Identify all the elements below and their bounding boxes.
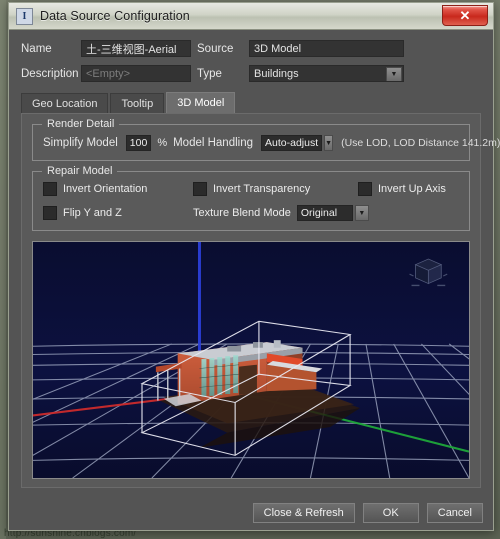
title-bar: I Data Source Configuration ✕ <box>9 3 493 30</box>
lod-hint-text: (Use LOD, LOD Distance 141.2m) <box>341 137 500 149</box>
ok-button[interactable]: OK <box>362 503 419 523</box>
source-label: Source <box>197 42 234 55</box>
checkbox-label: Invert Orientation <box>63 183 148 195</box>
tab-geo-location[interactable]: Geo Location <box>21 93 109 114</box>
render-detail-row: Simplify Model 100 % Model Handling Auto… <box>43 135 500 151</box>
checkbox-invert-up-axis[interactable]: Invert Up Axis <box>358 182 446 196</box>
model-handling-label: Model Handling <box>173 137 254 149</box>
type-select-value: Buildings <box>254 67 299 80</box>
dialog-body: Name 土-三维视图-Aerial Source 3D Model Descr… <box>9 30 500 496</box>
checkbox-box-icon[interactable] <box>358 182 372 196</box>
dialog-footer: Close & Refresh OK Cancel <box>9 496 493 530</box>
checkbox-label: Flip Y and Z <box>63 207 122 219</box>
tab-bar: Geo Location Tooltip 3D Model <box>21 92 481 114</box>
checkbox-flip-y-and-z[interactable]: Flip Y and Z <box>43 206 193 220</box>
tab-tooltip[interactable]: Tooltip <box>110 93 165 114</box>
render-detail-title: Render Detail <box>42 118 120 130</box>
description-label: Description <box>21 67 79 80</box>
dialog-window: I Data Source Configuration ✕ Name 土-三维视… <box>8 2 500 531</box>
chevron-down-icon[interactable]: ▼ <box>324 135 334 151</box>
checkbox-invert-transparency[interactable]: Invert Transparency <box>193 182 358 196</box>
source-input[interactable]: 3D Model <box>249 40 404 57</box>
checkbox-label: Invert Up Axis <box>378 183 446 195</box>
chevron-down-icon[interactable]: ▼ <box>386 67 402 81</box>
texture-blend-mode-label: Texture Blend Mode <box>193 207 291 219</box>
form-row-name: Name 土-三维视图-Aerial Source 3D Model <box>21 40 481 57</box>
tab-panel-3d-model: Render Detail Simplify Model 100 % Model… <box>21 113 500 488</box>
group-render-detail: Render Detail Simplify Model 100 % Model… <box>32 118 500 161</box>
name-label: Name <box>21 42 52 55</box>
simplify-model-label: Simplify Model <box>43 137 118 149</box>
window-title: Data Source Configuration <box>40 9 190 23</box>
checkbox-box-icon[interactable] <box>193 182 207 196</box>
form-row-description: Description <Empty> Type Buildings ▼ <box>21 65 481 82</box>
description-input[interactable]: <Empty> <box>81 65 191 82</box>
checkbox-box-icon[interactable] <box>43 206 57 220</box>
percent-label: % <box>157 137 168 149</box>
repair-row-1: Invert Orientation Invert Transparency I… <box>43 182 459 196</box>
model-handling-select[interactable]: Auto-adjust <box>261 135 323 151</box>
name-input[interactable]: 土-三维视图-Aerial <box>81 40 191 57</box>
tab-3d-model[interactable]: 3D Model <box>166 92 236 114</box>
texture-blend-mode-select[interactable]: Original <box>296 205 353 221</box>
checkbox-invert-orientation[interactable]: Invert Orientation <box>43 182 193 196</box>
type-select[interactable]: Buildings ▼ <box>249 65 404 82</box>
desktop-root: http://sunshine.cnblogs.com/ I Data Sour… <box>0 0 500 539</box>
repair-row-2: Flip Y and Z Texture Blend Mode Original… <box>43 205 459 221</box>
3d-model-preview[interactable] <box>32 241 470 479</box>
simplify-model-input[interactable]: 100 <box>125 135 152 151</box>
group-repair-model: Repair Model Invert Orientation Invert T… <box>32 165 470 231</box>
checkbox-label: Invert Transparency <box>213 183 311 195</box>
cancel-button[interactable]: Cancel <box>426 503 483 523</box>
chevron-down-icon[interactable]: ▼ <box>354 205 369 221</box>
repair-model-title: Repair Model <box>42 165 118 177</box>
close-and-refresh-button[interactable]: Close & Refresh <box>252 503 355 523</box>
close-icon[interactable]: ✕ <box>442 5 488 26</box>
3d-scene <box>33 242 469 478</box>
checkbox-box-icon[interactable] <box>43 182 57 196</box>
app-icon: I <box>16 7 33 25</box>
type-label: Type <box>197 67 222 80</box>
